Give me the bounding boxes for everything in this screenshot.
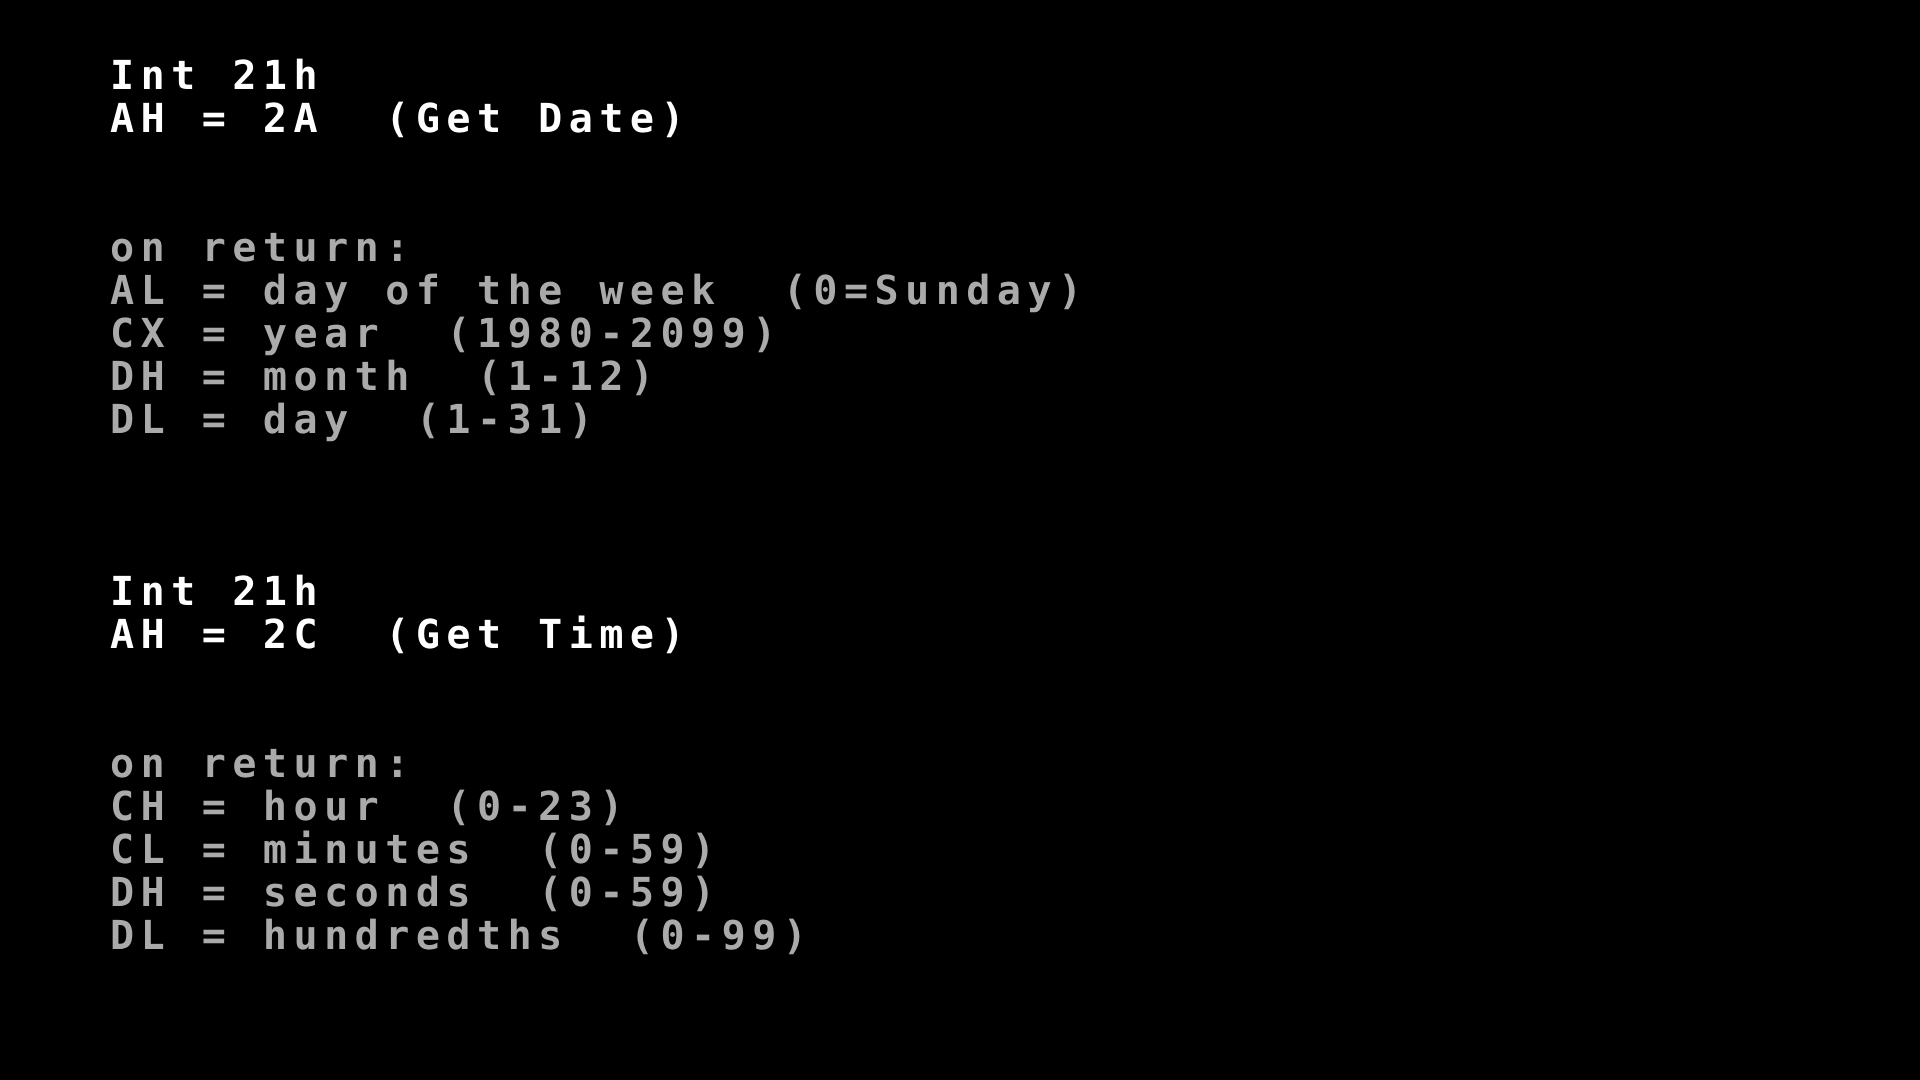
text-line: AL = day of the week (0=Sunday)	[110, 268, 1089, 314]
text-line: CX = year (1980-2099)	[110, 311, 783, 357]
text-line: CH = hour (0-23)	[110, 784, 630, 830]
text-line: AH = 2C (Get Time)	[110, 612, 692, 658]
reference-text-block: Int 21h AH = 2A (Get Date) on return: AL =…	[110, 55, 1089, 958]
text-line: on return:	[110, 225, 416, 271]
text-line: AH = 2A (Get Date)	[110, 96, 692, 142]
text-line: Int 21h	[110, 53, 325, 99]
text-line: DL = day (1-31)	[110, 397, 600, 443]
text-line: Int 21h	[110, 569, 325, 615]
text-line: DH = month (1-12)	[110, 354, 661, 400]
dos-text-screen: Int 21h AH = 2A (Get Date) on return: AL =…	[0, 0, 1920, 1080]
text-line: DL = hundredths (0-99)	[110, 913, 814, 959]
text-line: CL = minutes (0-59)	[110, 827, 722, 873]
text-line: on return:	[110, 741, 416, 787]
text-line: DH = seconds (0-59)	[110, 870, 722, 916]
